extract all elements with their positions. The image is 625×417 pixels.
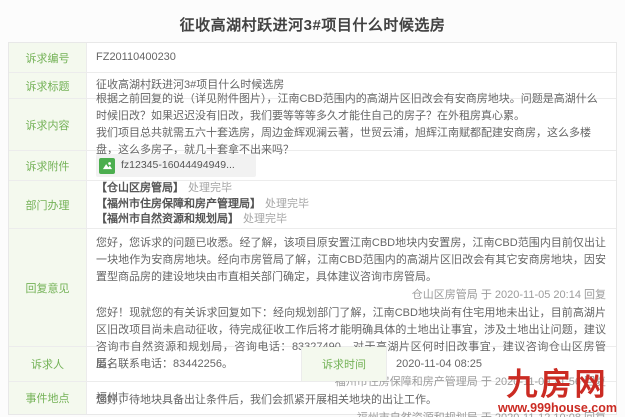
reply-attribution: 仓山区房管局 于 2020-11-05 20:14 回复 <box>411 289 606 301</box>
department-handling-value: 【仓山区房管局】 处理完毕 【福州市住房保障和房产管理局】 处理完毕 【福州市自然资… <box>87 181 616 228</box>
attachment-filename: fz12345-16044494949... <box>121 159 235 171</box>
content-paragraph: 根据之前回复的说（详见附件图片），江南CBD范围内的高湖片区旧改会有安商房地块。… <box>96 92 598 122</box>
requester-value: 匿名 <box>96 357 118 370</box>
request-content-label: 诉求内容 <box>9 99 87 150</box>
request-time-label: 诉求时间 <box>301 347 387 381</box>
department-line: 【仓山区房管局】 处理完毕 <box>96 182 232 195</box>
incident-location-label: 事件地点 <box>9 382 87 414</box>
petition-detail-table: 诉求编号 FZ20110400230 诉求标题 征收高湖村跃进河3#项目什么时候… <box>8 42 617 417</box>
page-title: 征收高湖村跃进河3#项目什么时候选房 <box>179 17 446 34</box>
department-line: 【福州市住房保障和房产管理局】 处理完毕 <box>96 197 309 210</box>
row-request-content: 诉求内容 根据之前回复的说（详见附件图片），江南CBD范围内的高湖片区旧改会有安… <box>9 93 616 156</box>
image-attachment-icon <box>99 157 115 174</box>
request-no-label: 诉求编号 <box>9 43 87 72</box>
department-handling-label: 部门办理 <box>9 181 87 228</box>
attachment-chip[interactable]: fz12345-16044494949... <box>96 154 256 177</box>
reply-item: 您好，您诉求的问题已收悉。经了解，该项目原安置江南CBD地块内安置房，江南CBD… <box>96 235 606 305</box>
department-line: 【福州市自然资源和规划局】 处理完毕 <box>96 213 287 226</box>
reply-opinion-label: 回复意见 <box>9 229 87 346</box>
watermark-logo: 九房网 <box>506 367 609 402</box>
row-request-no: 诉求编号 FZ20110400230 <box>9 43 616 73</box>
request-attachment-value: fz12345-16044494949... <box>87 151 616 180</box>
request-title-label: 诉求标题 <box>9 73 87 98</box>
site-watermark: 九房网 www.999house.com <box>497 367 617 416</box>
request-no-value: FZ20110400230 <box>96 51 176 63</box>
request-content-value: 根据之前回复的说（详见附件图片），江南CBD范围内的高湖片区旧改会有安商房地块。… <box>87 93 616 156</box>
reply-text: 您好，您诉求的问题已收悉。经了解，该项目原安置江南CBD地块内安置房，江南CBD… <box>96 237 606 283</box>
requester-label: 诉求人 <box>9 347 87 381</box>
row-request-attachment: 诉求附件 fz12345-16044494949... <box>9 151 616 181</box>
watermark-url: www.999house.com <box>497 401 617 415</box>
reply-opinion-value: 您好，您诉求的问题已收悉。经了解，该项目原安置江南CBD地块内安置房，江南CBD… <box>87 229 616 417</box>
row-department-handling: 部门办理 【仓山区房管局】 处理完毕 【福州市住房保障和房产管理局】 处理完毕 【福… <box>9 181 616 229</box>
request-attachment-label: 诉求附件 <box>9 151 87 180</box>
row-reply-opinion: 回复意见 您好，您诉求的问题已收悉。经了解，该项目原安置江南CBD地块内安置房，… <box>9 229 616 417</box>
